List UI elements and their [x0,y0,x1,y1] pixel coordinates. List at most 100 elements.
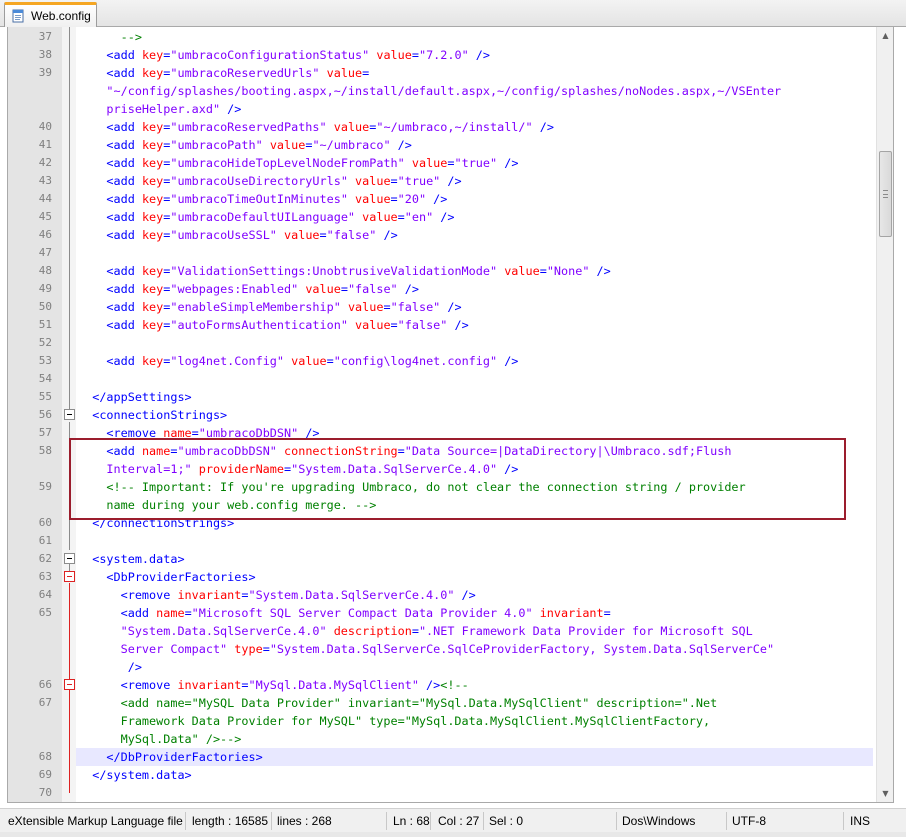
code-line[interactable]: <add key="log4net.Config" value="config\… [78,352,878,370]
code-line[interactable] [78,334,878,352]
line-number: 51 [38,318,52,331]
code-token: "umbracoTimeOutInMinutes" [170,192,348,206]
vertical-scrollbar[interactable]: ▲ ▼ [876,27,893,802]
code-line[interactable]: </DbProviderFactories> [78,748,878,766]
code-line[interactable]: <DbProviderFactories> [78,568,878,586]
code-line[interactable]: <add key = "umbracoConfigurationStatus" va… [78,46,878,64]
code-line[interactable]: "~/config/splashes/booting.aspx,~/instal… [78,82,878,100]
code-line[interactable]: "System.Data.SqlServerCe.4.0" descriptio… [78,622,878,640]
code-line[interactable] [78,370,878,388]
line-number [8,460,52,478]
code-token: "System.Data.SqlServerCe.4.0" [248,588,455,602]
status-encoding: UTF-8 [728,812,844,830]
code-token: "umbracoReservedUrls" [170,66,320,80]
code-line[interactable]: <add key="enableSimpleMembership" value=… [78,298,878,316]
code-line[interactable]: /> [78,658,878,676]
code-line[interactable]: Framework Data Provider for MySQL" type=… [78,712,878,730]
code-line[interactable]: Server Compact" type="System.Data.SqlSer… [78,640,878,658]
code-line[interactable]: <add key = "umbracoDefaultUILanguage" valu… [78,208,878,226]
fold-toggle-connection-strings[interactable] [64,409,75,420]
code-line[interactable]: <add key="umbracoUseSSL" value="false" /… [78,226,878,244]
code-token: <add [106,228,142,242]
code-line[interactable]: <add key = "umbracoTimeOutInMinutes" value… [78,190,878,208]
code-token: <add [120,606,157,620]
code-token: "System.Data.SqlServerCe.4.0" [291,462,498,476]
code-token: = [397,444,405,458]
code-line[interactable]: </connectionStrings> [78,514,878,532]
code-line[interactable]: <add key="umbracoPath" value="~/umbraco"… [78,136,878,154]
code-token: key [141,354,164,368]
scrollbar-thumb[interactable] [879,151,892,237]
line-number: 66 [38,678,52,691]
code-line[interactable]: <add name = "umbracoDbDSN" connectionStrin… [78,442,878,460]
code-editor[interactable]: 37 --> 38 <add key = "umbracoConfigurationS… [7,27,894,803]
fold-toggle-system-data[interactable] [64,553,75,564]
line-number [8,640,52,658]
code-line[interactable]: <!-- Important: If you're upgrading Umbr… [78,478,878,496]
code-line[interactable]: priseHelper.axd" /> [78,100,878,118]
scroll-down-arrow-icon[interactable]: ▼ [877,785,893,802]
code-line[interactable] [78,532,878,550]
code-token: connectionString [284,444,398,458]
code-token: key [141,138,164,152]
code-line[interactable]: <add key="webpages:Enabled" value="false… [78,280,878,298]
code-line[interactable]: <add key="umbracoHideTopLevelNodeFromPat… [78,154,878,172]
code-token: "true" [397,174,441,188]
code-line[interactable]: <remove invariant="System.Data.SqlServer… [78,586,878,604]
code-line[interactable]: </appSettings> [78,388,878,406]
tab-web-config[interactable]: Web.config [4,2,97,27]
code-token: key [141,264,164,278]
fold-toggle-comment[interactable] [64,679,75,690]
code-line[interactable]: <connectionStrings> [78,406,878,424]
line-number: 53 [38,354,52,367]
code-line[interactable]: --> [78,28,878,46]
code-token: priseHelper.axd" [106,102,221,116]
scroll-up-arrow-icon[interactable]: ▲ [877,27,893,44]
code-token: Interval=1;" [106,462,192,476]
code-line[interactable]: <add key = "autoFormsAuthentication" value… [78,316,878,334]
code-line[interactable]: <system.data> [78,550,878,568]
code-line[interactable]: <add key = "umbracoUseDirectoryUrls" value… [78,172,878,190]
line-number: 43 [38,174,52,187]
code-token: name during your web.config merge. --> [106,498,377,512]
fold-toggle-db-provider-factories[interactable] [64,571,75,582]
code-line[interactable] [78,244,878,262]
code-token: value [411,156,448,170]
code-line[interactable]: <add key="umbracoReservedUrls" value= [78,64,878,82]
code-token: value [291,354,327,368]
code-line[interactable]: <add key = "ValidationSettings:Unobtrusive… [78,262,878,280]
code-line[interactable] [78,784,878,802]
code-line[interactable]: </system.data> [78,766,878,784]
code-token: = [191,426,199,440]
status-length: length : 16585 [188,812,272,830]
code-line[interactable]: <remove name="umbracoDbDSN" /> [78,424,878,442]
code-line[interactable]: <add name="Microsoft SQL Server Compact … [78,604,878,622]
code-token: "Microsoft SQL Server Compact Data Provi… [191,606,533,620]
code-token: "log4net.Config" [170,354,284,368]
code-token: /> [390,138,412,152]
code-line[interactable]: name during your web.config merge. --> [78,496,878,514]
code-line[interactable]: <add key="umbracoReservedPaths" value="~… [78,118,878,136]
code-token: value [376,48,412,62]
line-number: 62 [38,552,52,565]
code-token: <add [106,318,142,332]
code-token: key [141,48,164,62]
code-line[interactable]: MySql.Data" />--> [78,730,878,748]
code-token: /> [426,192,448,206]
code-line[interactable]: <add name="MySQL Data Provider" invarian… [78,694,878,712]
code-line[interactable]: Interval=1;" providerName="System.Data.S… [78,460,878,478]
code-token: /> [497,354,519,368]
code-token: = [411,624,419,638]
code-token: <add [106,156,142,170]
code-line[interactable]: <remove invariant="MySql.Data.MySqlClien… [78,676,878,694]
code-token: <add [106,66,142,80]
